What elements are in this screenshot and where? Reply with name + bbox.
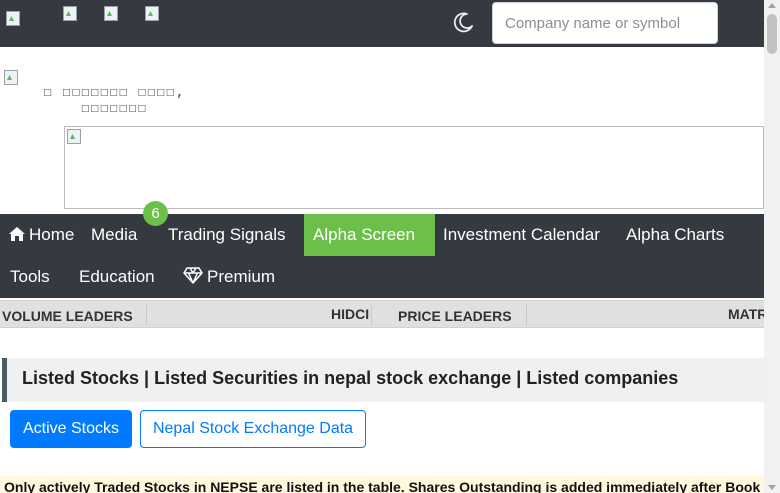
ticker-volume-leaders[interactable]: VOLUME LEADERS [2,308,133,324]
top-bar [0,0,764,47]
market-ticker: VOLUME LEADERS HIDCI PRICE LEADERS MATR [0,300,764,328]
home-icon [9,227,25,241]
nav-premium-label: Premium [207,267,276,286]
nav-education-label: Education [79,267,155,286]
nav-investment-calendar-label: Investment Calendar [443,225,600,244]
active-stocks-button[interactable]: Active Stocks [10,410,132,448]
nav-alpha-charts-label: Alpha Charts [626,225,725,244]
ticker-item-hidci[interactable]: HIDCI [331,306,369,322]
banner-ad[interactable] [64,126,764,209]
nav-tools-label: Tools [10,267,50,286]
page: ☐ ☐☐☐☐☐☐☐ ☐☐☐☐, ☐☐☐☐☐☐☐ Home Media 6 Tra… [0,0,764,493]
page-title: Listed Stocks | Listed Securities in nep… [22,368,679,388]
nav-alpha-screen[interactable]: Alpha Screen [304,214,435,256]
nav-trading-signals-label: Trading Signals [168,225,286,244]
nav-investment-calendar[interactable]: Investment Calendar [434,214,609,256]
nav-premium[interactable]: Premium [174,256,284,298]
ticker-item-matr[interactable]: MATR [728,306,764,322]
banner-image [66,128,82,144]
ticker-divider [371,305,372,325]
social-icon-2[interactable] [103,5,119,21]
ticker-divider [146,305,147,325]
main-navbar: Home Media 6 Trading Signals Alpha Scree… [0,201,764,298]
nav-media[interactable]: Media [82,214,146,256]
nav-tools[interactable]: Tools [1,256,59,298]
scroll-down-arrow-icon[interactable] [768,485,776,490]
header-logo-image [3,69,19,85]
info-notice: Only actively Traded Stocks in NEPSE are… [0,476,764,493]
ticker-price-leaders[interactable]: PRICE LEADERS [398,308,512,324]
company-search-input[interactable] [492,2,718,44]
ticker-divider [526,305,527,325]
social-icon-3[interactable] [144,5,160,21]
nav-home[interactable]: Home [0,214,83,256]
page-heading-box: Listed Stocks | Listed Securities in nep… [2,358,764,402]
scroll-up-arrow-icon[interactable] [768,3,776,8]
moon-icon[interactable] [453,11,475,33]
nav-home-label: Home [29,225,75,244]
nepse-data-button[interactable]: Nepal Stock Exchange Data [140,410,366,448]
diamond-icon [183,267,203,284]
nav-alpha-charts[interactable]: Alpha Charts [617,214,733,256]
site-tagline: ☐ ☐☐☐☐☐☐☐ ☐☐☐☐, ☐☐☐☐☐☐☐ [43,84,185,116]
nav-education[interactable]: Education [70,256,164,298]
site-logo-image[interactable] [5,10,21,26]
social-icon-1[interactable] [62,5,78,21]
nav-media-label: Media [91,225,138,244]
scroll-thumb[interactable] [767,14,777,54]
nav-trading-signals[interactable]: Trading Signals [159,214,295,256]
nav-alpha-screen-label: Alpha Screen [313,225,416,244]
vertical-scrollbar[interactable] [764,0,780,493]
